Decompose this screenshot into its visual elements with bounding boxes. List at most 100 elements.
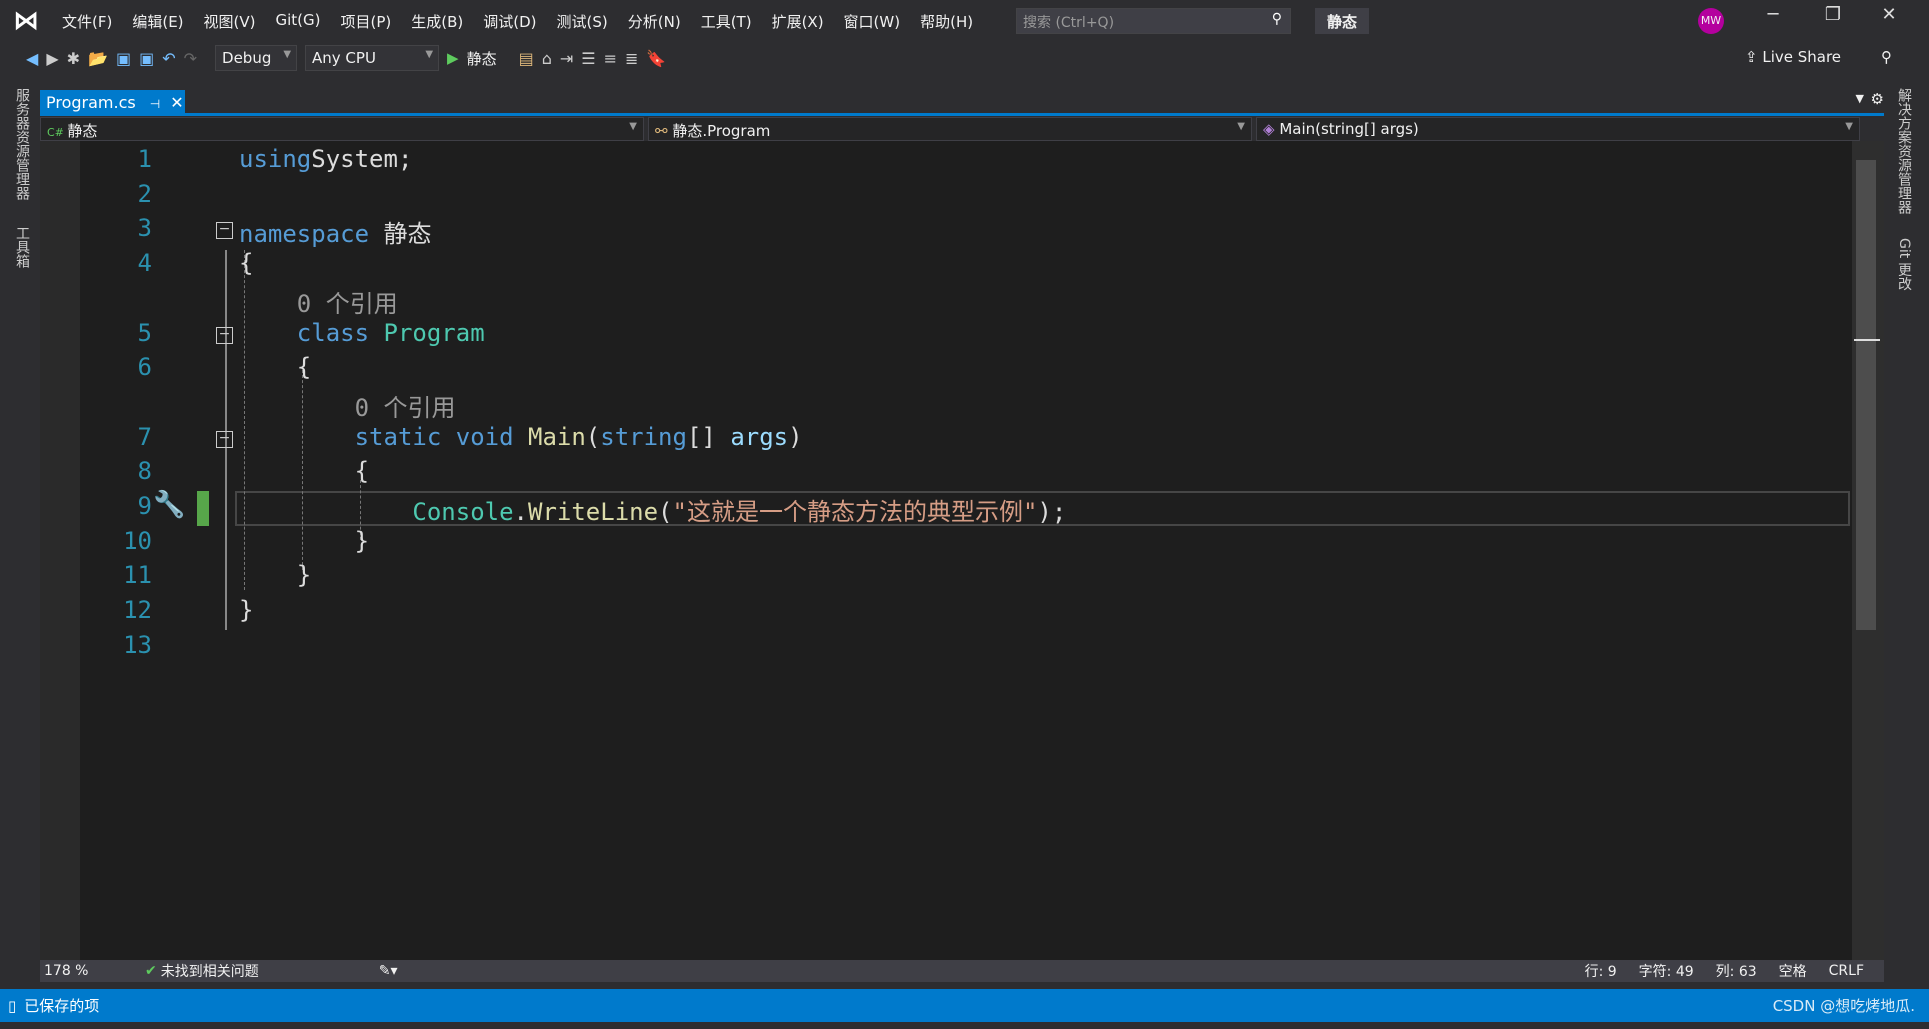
- menu-item[interactable]: 分析(N): [618, 11, 691, 32]
- change-marker: [197, 491, 209, 526]
- char-indicator: 字符: 49: [1638, 964, 1694, 980]
- code-line: }: [239, 561, 311, 589]
- code-token: 静态: [369, 220, 432, 249]
- right-tool-panel: 解决方案资源管理器 Git 更改: [1884, 86, 1929, 986]
- member-value: Main(string[] args): [1279, 120, 1419, 138]
- menu-item[interactable]: 生成(B): [401, 11, 473, 32]
- code-token: {: [239, 249, 254, 278]
- menu-item[interactable]: 项目(P): [331, 11, 402, 32]
- collapse-icon[interactable]: −: [216, 430, 233, 448]
- back-icon[interactable]: ◀: [26, 49, 38, 68]
- line-number: 2: [137, 179, 152, 208]
- pin-icon[interactable]: ⊣: [150, 97, 160, 111]
- menu-item[interactable]: 视图(V): [194, 11, 266, 32]
- avatar[interactable]: MW: [1698, 8, 1724, 34]
- code-token: Main: [513, 422, 586, 451]
- codelens-references[interactable]: 0 个引用: [239, 290, 398, 318]
- code-line: usingSystem;: [239, 145, 412, 173]
- editor-status-bar: 178 % ✔ 未找到相关问题 ✎▾ 行: 9 字符: 49 列: 63 空格 …: [40, 960, 1884, 982]
- new-project-icon[interactable]: ✱: [67, 49, 80, 68]
- line-number: 3: [137, 214, 152, 243]
- code-token: System;: [311, 145, 413, 173]
- find-in-files-icon[interactable]: ▤: [519, 49, 534, 68]
- platform-value: Any CPU: [312, 49, 376, 67]
- code-token: WriteLine: [528, 498, 659, 526]
- git-changes-tab[interactable]: Git 更改: [1894, 238, 1914, 291]
- code-token: }: [239, 526, 370, 555]
- code-cleanup-icon[interactable]: ✎▾: [379, 963, 398, 979]
- watermark: CSDN @想吃烤地瓜.: [1772, 997, 1915, 1015]
- menu-item[interactable]: 调试(D): [473, 11, 546, 32]
- settings-icon[interactable]: ⚙: [1871, 90, 1884, 108]
- search-input[interactable]: 搜索 (Ctrl+Q) ⚲: [1016, 8, 1291, 34]
- collapse-icon[interactable]: −: [216, 326, 233, 344]
- quick-actions-icon[interactable]: 🔧: [153, 490, 185, 520]
- menu-item[interactable]: 帮助(H): [910, 11, 983, 32]
- code-token: args: [730, 422, 789, 451]
- close-button[interactable]: ✕: [1866, 4, 1912, 25]
- line-number: 8: [137, 457, 152, 486]
- scrollbar-thumb[interactable]: [1856, 160, 1876, 630]
- uncomment-icon[interactable]: ≣: [625, 49, 638, 68]
- visual-studio-logo-icon: ⋈: [13, 6, 39, 36]
- tab-list-icon[interactable]: ▼: [1856, 92, 1864, 105]
- member-dropdown[interactable]: ◈ Main(string[] args) ▼: [1256, 117, 1860, 141]
- menu-item[interactable]: 工具(T): [691, 11, 762, 32]
- tab-program-cs[interactable]: Program.cs ⊣ ✕: [40, 90, 185, 116]
- issues-status[interactable]: 未找到相关问题: [161, 961, 259, 981]
- menu-item[interactable]: 编辑(E): [122, 11, 193, 32]
- status-message: 已保存的项: [24, 997, 100, 1015]
- line-ending-indicator[interactable]: CRLF: [1829, 963, 1864, 979]
- line-number: 4: [137, 249, 152, 278]
- code-line: }: [239, 527, 369, 555]
- redo-icon[interactable]: ↷: [184, 49, 197, 68]
- code-token: static void: [239, 422, 514, 451]
- left-tool-panel: 服务器资源管理器 工具箱: [0, 86, 40, 986]
- whitespace-indicator[interactable]: 空格: [1779, 961, 1807, 981]
- bookmark-icon[interactable]: 🔖: [646, 49, 666, 68]
- step-icon[interactable]: ⇥: [560, 49, 573, 68]
- live-share-button[interactable]: ⇪ Live Share ⚲: [1745, 48, 1892, 66]
- forward-icon[interactable]: ▶: [46, 49, 58, 68]
- zoom-level-select[interactable]: 178 %: [40, 963, 115, 979]
- menu-item[interactable]: 扩展(X): [762, 11, 834, 32]
- solution-explorer-tab[interactable]: 解决方案资源管理器: [1894, 88, 1914, 214]
- feedback-icon[interactable]: ⚲: [1881, 48, 1892, 66]
- toolbox-tab[interactable]: 工具箱: [12, 226, 32, 268]
- codelens-references[interactable]: 0 个引用: [239, 394, 456, 422]
- start-button[interactable]: 静态: [467, 48, 497, 69]
- configuration-select[interactable]: Debug ▼: [215, 45, 298, 71]
- platform-select[interactable]: Any CPU ▼: [305, 45, 440, 71]
- minimize-button[interactable]: ─: [1750, 4, 1796, 25]
- server-explorer-tab[interactable]: 服务器资源管理器: [12, 88, 32, 200]
- search-placeholder: 搜索 (Ctrl+Q): [1023, 15, 1115, 31]
- home-icon[interactable]: ⌂: [542, 49, 552, 68]
- menu-item[interactable]: Git(G): [266, 11, 331, 32]
- class-value: 静态.Program: [672, 122, 771, 140]
- menu-item[interactable]: 窗口(W): [834, 11, 911, 32]
- undo-icon[interactable]: ↶: [162, 49, 175, 68]
- code-token: "这就是一个静态方法的典型示例": [672, 498, 1038, 526]
- class-dropdown[interactable]: ⚯ 静态.Program ▼: [648, 117, 1252, 141]
- code-token: []: [686, 422, 731, 451]
- project-dropdown[interactable]: C# 静态 ▼: [40, 117, 644, 141]
- code-token: Console: [239, 498, 514, 526]
- menu-item[interactable]: 测试(S): [547, 11, 618, 32]
- collapse-icon[interactable]: −: [216, 222, 233, 240]
- code-line: Console.WriteLine("这就是一个静态方法的典型示例");: [239, 492, 1066, 527]
- restore-button[interactable]: ❐: [1810, 4, 1856, 25]
- csharp-project-icon: C#: [47, 126, 68, 139]
- code-token: Program: [369, 318, 485, 347]
- close-tab-icon[interactable]: ✕: [170, 93, 183, 112]
- outline-icon[interactable]: ☰: [581, 49, 595, 68]
- open-icon[interactable]: 📂: [88, 49, 108, 68]
- comment-icon[interactable]: ≡: [604, 49, 617, 68]
- line-number: 7: [137, 422, 152, 451]
- save-icon[interactable]: ▣: [116, 49, 131, 68]
- save-all-icon[interactable]: ▣: [139, 49, 154, 68]
- menu-item[interactable]: 文件(F): [52, 11, 122, 32]
- line-number: 13: [123, 630, 152, 659]
- start-icon[interactable]: ▶: [447, 49, 459, 67]
- line-number: 11: [123, 561, 152, 590]
- class-icon: ⚯: [655, 122, 673, 140]
